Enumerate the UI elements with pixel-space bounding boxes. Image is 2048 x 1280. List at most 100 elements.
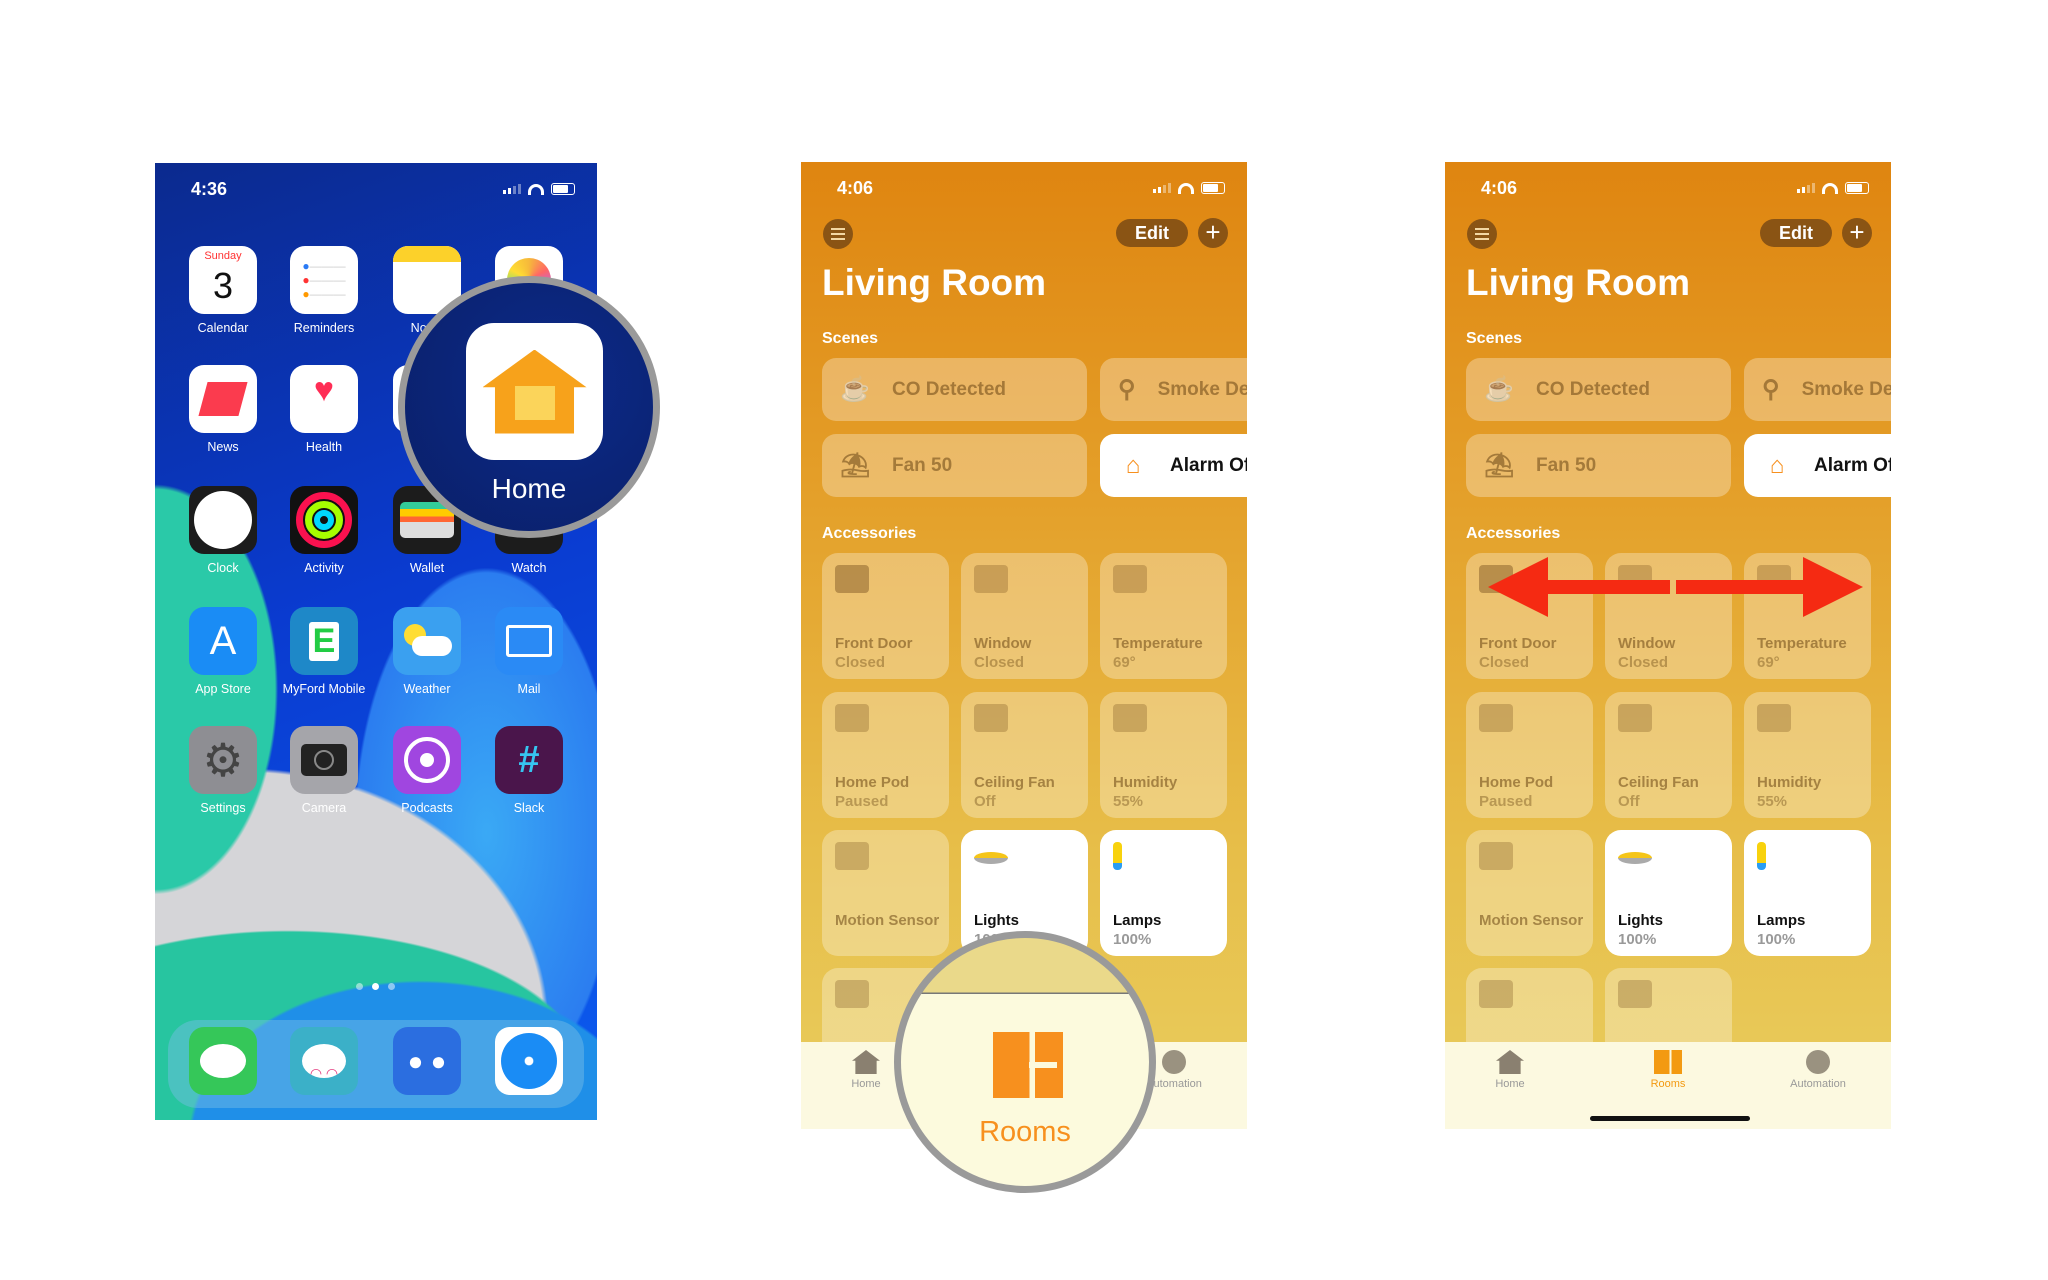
accessories-heading: Accessories: [1466, 525, 1561, 542]
page-indicator[interactable]: [356, 983, 395, 990]
app-weather[interactable]: Weather: [377, 607, 477, 696]
dock-app[interactable]: [173, 1027, 273, 1095]
accessory-status: 69°: [1757, 654, 1780, 671]
app-app-store[interactable]: A App Store: [173, 607, 273, 696]
accessory-name: Motion Sensor: [835, 912, 940, 929]
accessory-tile[interactable]: Lamps 100%: [1744, 830, 1871, 956]
accessory-name: Lights: [974, 912, 1019, 929]
accessory-name: Home Pod: [835, 774, 910, 791]
accessory-status: Paused: [835, 793, 889, 810]
accessory-name: Window: [1618, 635, 1676, 652]
app-mail[interactable]: Mail: [479, 607, 579, 696]
scene-tile[interactable]: ⚲ Smoke Detected: [1100, 358, 1247, 421]
accessory-tile[interactable]: Motion Sensor: [822, 830, 949, 956]
accessory-tile[interactable]: Humidity 55%: [1100, 692, 1227, 818]
motion-sensor-icon: [835, 842, 869, 870]
mail-icon: [495, 607, 563, 675]
lounge-chair-icon: ⛱: [1484, 452, 1515, 479]
app-clock[interactable]: Clock: [173, 486, 273, 575]
humidity-icon: [1113, 704, 1147, 732]
scenes-heading: Scenes: [1466, 330, 1523, 347]
add-button[interactable]: +: [1842, 218, 1872, 248]
accessory-name: Home Pod: [1479, 774, 1554, 791]
scene-tile[interactable]: ⚲ Smoke Detected: [1744, 358, 1891, 421]
tweetbot-icon: ● ●: [393, 1027, 461, 1095]
scene-label: Alarm Off: [1170, 454, 1247, 476]
home-indicator[interactable]: [1590, 1116, 1750, 1121]
scene-tile[interactable]: ⌂ Alarm Off: [1744, 434, 1891, 497]
menu-button[interactable]: [1467, 219, 1497, 249]
app-myford-mobile[interactable]: E MyFord Mobile: [274, 607, 374, 696]
smoke-detector-icon: ⚲: [1762, 376, 1780, 403]
edit-button[interactable]: Edit: [1116, 219, 1188, 247]
thermometer-icon: [1113, 565, 1147, 593]
app-activity[interactable]: Activity: [274, 486, 374, 575]
app-camera[interactable]: Camera: [274, 726, 374, 815]
health-icon: ♥: [290, 365, 358, 433]
accessory-tile[interactable]: Home Pod Paused: [1466, 692, 1593, 818]
app-label: MyFord Mobile: [282, 682, 366, 696]
scene-label: Smoke Detected: [1157, 378, 1247, 400]
menu-button[interactable]: [823, 219, 853, 249]
accessory-name: Temperature: [1757, 635, 1847, 652]
tab-home[interactable]: Home: [1450, 1050, 1570, 1090]
accessory-tile[interactable]: Lights 100%: [1605, 830, 1732, 956]
accessory-tile[interactable]: Window Closed: [961, 553, 1088, 679]
scene-tile[interactable]: ☕ CO Detected: [1466, 358, 1731, 421]
tab-rooms[interactable]: Rooms: [1608, 1050, 1728, 1090]
add-button[interactable]: +: [1198, 218, 1228, 248]
lamp-icon: [1113, 842, 1122, 870]
lounge-chair-icon: ⛱: [840, 452, 871, 479]
scene-tile[interactable]: ☕ CO Detected: [822, 358, 1087, 421]
dock-app[interactable]: ◠ ◠: [274, 1027, 374, 1095]
accessory-name: Window: [974, 635, 1032, 652]
app-health[interactable]: ♥ Health: [274, 365, 374, 454]
scenes-heading: Scenes: [822, 330, 879, 347]
ceiling-fan-icon: [1618, 704, 1652, 732]
accessory-tile[interactable]: Humidity 55%: [1744, 692, 1871, 818]
app-news[interactable]: News: [173, 365, 273, 454]
scene-label: Fan 50: [892, 454, 953, 476]
app-label: Settings: [200, 801, 246, 815]
status-icons: [1797, 182, 1869, 194]
accessory-name: Lamps: [1757, 912, 1806, 929]
accessory-tile[interactable]: Temperature 69°: [1100, 553, 1227, 679]
reminders-icon: ●——— ●——— ●———: [290, 246, 358, 314]
accessory-tile[interactable]: Front Door Closed: [822, 553, 949, 679]
accessory-name: Lamps: [1113, 912, 1162, 929]
lock-icon: [835, 980, 869, 1008]
lamp-icon: [1757, 842, 1766, 870]
homepod-icon: [835, 704, 869, 732]
accessory-tile[interactable]: Home Pod Paused: [822, 692, 949, 818]
app-calendar[interactable]: Sunday 3 Calendar: [173, 246, 273, 335]
accessory-tile[interactable]: Ceiling Fan Off: [961, 692, 1088, 818]
accessory-tile[interactable]: Ceiling Fan Off: [1605, 692, 1732, 818]
accessories-heading: Accessories: [822, 525, 917, 542]
accessory-name: Front Door: [1479, 635, 1557, 652]
app-slack[interactable]: # Slack: [479, 726, 579, 815]
accessory-name: Lights: [1618, 912, 1663, 929]
scene-tile[interactable]: ⌂ Alarm Off: [1100, 434, 1247, 497]
accessory-tile[interactable]: Lamps 100%: [1100, 830, 1227, 956]
app-podcasts[interactable]: Podcasts: [377, 726, 477, 815]
app-settings[interactable]: ⚙ Settings: [173, 726, 273, 815]
rooms-tab-icon[interactable]: [993, 1032, 1063, 1098]
accessory-status: 100%: [1618, 931, 1657, 948]
app-reminders[interactable]: ●——— ●——— ●——— Reminders: [274, 246, 374, 335]
light-icon: [974, 852, 1008, 864]
dock-app[interactable]: [479, 1027, 579, 1095]
accessory-tile[interactable]: Motion Sensor: [1466, 830, 1593, 956]
scene-tile[interactable]: ⛱ Fan 50: [822, 434, 1087, 497]
accessory-status: 55%: [1113, 793, 1144, 810]
scene-tile[interactable]: ⛱ Fan 50: [1466, 434, 1731, 497]
tab-automation[interactable]: Automation: [1758, 1050, 1878, 1090]
clock-icon: [189, 486, 257, 554]
scene-label: CO Detected: [892, 378, 1007, 400]
home-app-icon[interactable]: [466, 323, 603, 460]
edit-button[interactable]: Edit: [1760, 219, 1832, 247]
accessory-status: 100%: [1113, 931, 1152, 948]
app-label: Podcasts: [401, 801, 453, 815]
app-label: Reminders: [293, 321, 355, 335]
dock-app[interactable]: ● ●: [377, 1027, 477, 1095]
myford-icon: E: [290, 607, 358, 675]
